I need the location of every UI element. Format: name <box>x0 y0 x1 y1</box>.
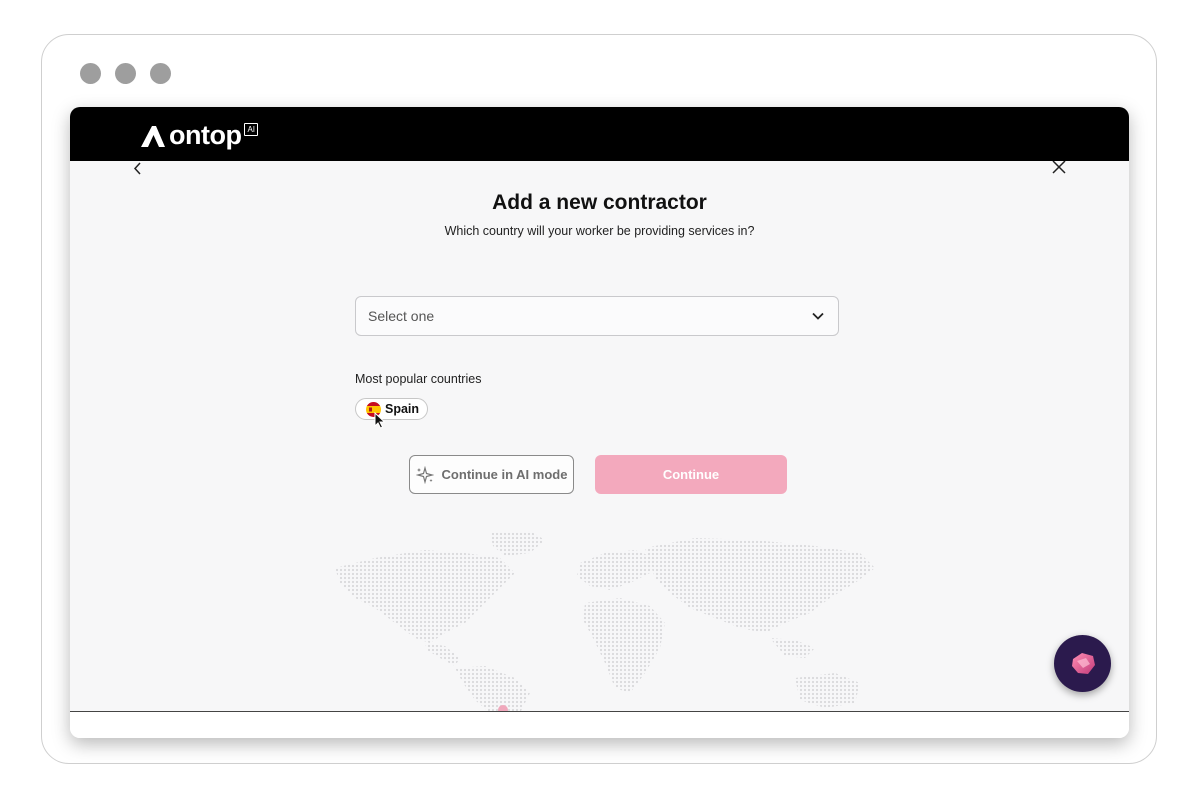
window-maximize-dot[interactable] <box>150 63 171 84</box>
country-chip-label: Spain <box>385 402 420 416</box>
continue-ai-mode-button[interactable]: Continue in AI mode <box>409 455 574 494</box>
world-map-illustration <box>335 531 875 713</box>
country-select[interactable]: Select one <box>355 296 839 336</box>
logo-text: ontop <box>169 120 242 150</box>
page-subtitle: Which country will your worker be provid… <box>444 224 755 238</box>
app-window: ontop AI Add a new contractor Which coun… <box>70 107 1129 738</box>
country-chip-spain[interactable]: Spain <box>355 398 428 420</box>
ontop-logo[interactable]: ontop AI <box>140 120 259 150</box>
chevron-down-icon <box>812 312 824 320</box>
chat-assistant-button[interactable] <box>1054 635 1111 692</box>
continue-button[interactable]: Continue <box>595 455 787 494</box>
top-bar: ontop AI <box>70 107 1129 161</box>
window-minimize-dot[interactable] <box>115 63 136 84</box>
chat-assistant-icon <box>1071 652 1095 674</box>
window-close-dot[interactable] <box>80 63 101 84</box>
continue-ai-mode-label: Continue in AI mode <box>441 467 568 482</box>
country-select-placeholder: Select one <box>368 308 435 324</box>
ai-badge: AI <box>244 123 259 136</box>
continue-button-label: Continue <box>662 467 720 482</box>
mouse-cursor-icon <box>374 412 386 429</box>
chevron-left-icon[interactable] <box>130 161 146 177</box>
popular-countries-label: Most popular countries <box>355 372 482 386</box>
ontop-logo-mark-icon <box>141 126 165 147</box>
close-icon[interactable] <box>1051 161 1067 177</box>
main-content: Add a new contractor Which country will … <box>70 161 1129 738</box>
window-controls <box>80 63 171 84</box>
bottom-strip <box>70 711 1129 738</box>
page-title: Add a new contractor <box>492 191 707 214</box>
sparkle-icon <box>415 465 434 484</box>
